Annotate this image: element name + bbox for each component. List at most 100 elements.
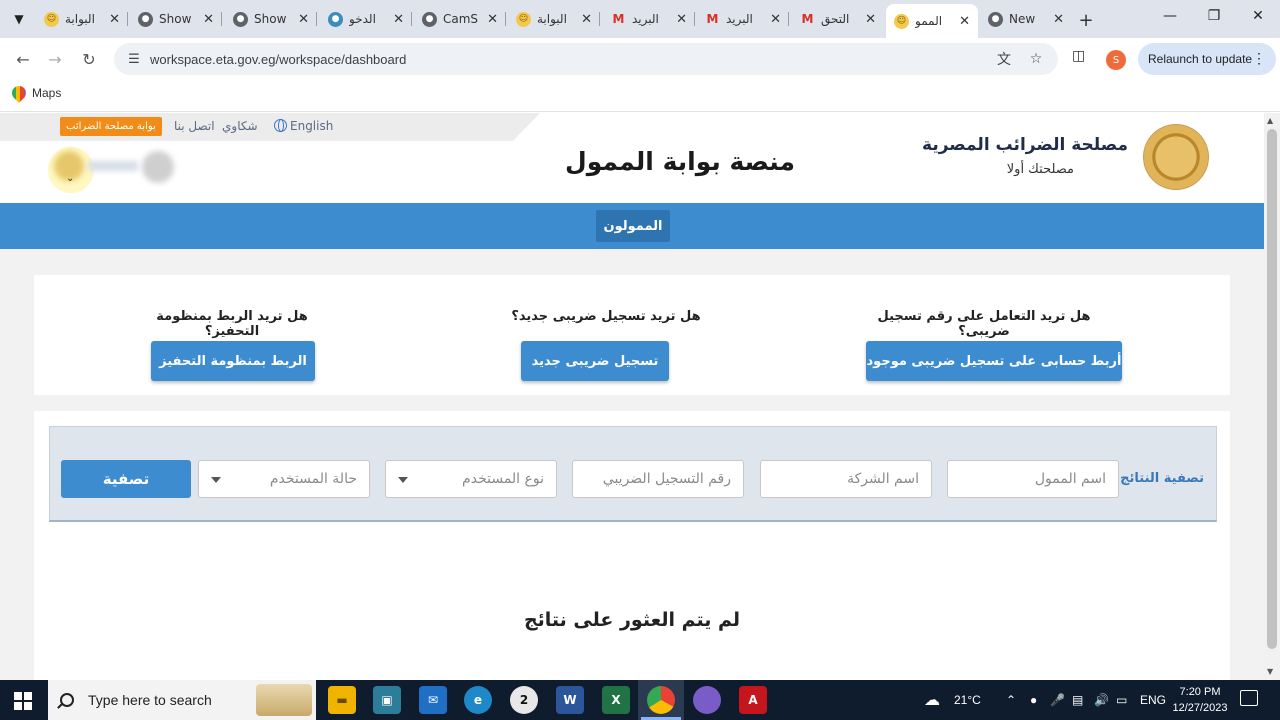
site-info-icon[interactable]: ☰: [118, 52, 150, 67]
relaunch-button[interactable]: Relaunch to update ⋮: [1138, 43, 1276, 75]
results-card: تصفية النتائج نوع المستخدم حالة المستخدم…: [34, 411, 1230, 680]
globe-favicon-icon: ●: [422, 11, 437, 27]
battery-icon[interactable]: ▭: [1116, 693, 1127, 707]
close-tab-icon[interactable]: ✕: [109, 12, 120, 27]
close-tab-icon[interactable]: ✕: [1053, 12, 1064, 27]
new-registration-button[interactable]: تسجيل ضريبى جديد: [521, 341, 669, 381]
profile-avatar[interactable]: S: [1106, 50, 1126, 70]
smile-favicon-icon: ☺: [516, 11, 531, 27]
taskbar-search[interactable]: Type here to search: [48, 680, 316, 720]
tab-search-button[interactable]: ▼: [6, 6, 32, 32]
filter-panel: تصفية النتائج نوع المستخدم حالة المستخدم…: [49, 426, 1217, 522]
close-tab-icon[interactable]: ✕: [298, 12, 309, 27]
company-name-input[interactable]: [760, 460, 932, 498]
address-bar[interactable]: ☰ workspace.eta.gov.eg/workspace/dashboa…: [114, 43, 1058, 75]
excel-icon[interactable]: X: [602, 686, 630, 714]
close-tab-icon[interactable]: ✕: [676, 12, 687, 27]
complaints-link[interactable]: شكاوي: [222, 119, 258, 133]
language-switch[interactable]: English: [274, 119, 333, 133]
browser-tab[interactable]: ☺ البوابة ✕: [508, 4, 600, 34]
user-type-select[interactable]: نوع المستخدم: [385, 460, 557, 498]
link-existing-registration-button[interactable]: أربط حسابى على تسجيل ضريبى موجود: [866, 341, 1122, 381]
close-tab-icon[interactable]: ✕: [865, 12, 876, 27]
user-menu[interactable]: ⌄: [48, 147, 188, 193]
page-scrollbar[interactable]: ▲ ▼: [1264, 113, 1280, 680]
bookmark-label: Maps: [32, 86, 62, 100]
network-icon[interactable]: ▤: [1072, 693, 1083, 707]
dropdown-caret-icon: [398, 477, 408, 483]
translate-icon[interactable]: 文: [994, 49, 1014, 69]
user-status-select[interactable]: حالة المستخدم: [198, 460, 370, 498]
language-indicator[interactable]: ENG: [1140, 693, 1166, 707]
media-app-icon[interactable]: [693, 686, 721, 714]
browser-tab[interactable]: ● Show ✕: [130, 4, 222, 34]
browser-tab[interactable]: M البريد ✕: [697, 4, 789, 34]
scroll-down-icon[interactable]: ▼: [1267, 667, 1273, 676]
bookmark-star-icon[interactable]: ☆: [1026, 49, 1046, 69]
chrome-icon[interactable]: [647, 686, 675, 714]
scrollbar-thumb[interactable]: [1267, 129, 1277, 649]
volume-icon[interactable]: 🔊: [1094, 693, 1109, 707]
url-text[interactable]: workspace.eta.gov.eg/workspace/dashboard: [150, 52, 406, 67]
close-tab-icon[interactable]: ✕: [959, 14, 970, 29]
tray-chevron-icon[interactable]: ⌃: [1006, 693, 1016, 707]
microphone-icon[interactable]: 🎤: [1050, 693, 1065, 707]
back-arrow-icon[interactable]: ←: [12, 48, 34, 70]
close-tab-icon[interactable]: ✕: [581, 12, 592, 27]
bookmark-maps[interactable]: Maps: [9, 83, 62, 103]
minimize-icon[interactable]: —: [1150, 8, 1190, 24]
forward-arrow-icon[interactable]: →: [44, 48, 66, 70]
close-window-icon[interactable]: ✕: [1238, 8, 1278, 24]
close-tab-icon[interactable]: ✕: [393, 12, 404, 27]
reload-icon[interactable]: ↻: [78, 48, 100, 70]
browser-tab[interactable]: M التحق ✕: [792, 4, 884, 34]
org-name: مصلحة الضرائب المصرية: [922, 135, 1128, 155]
portal-badge-link[interactable]: بوابة مصلحة الضرائب: [60, 117, 162, 136]
notification-icon[interactable]: [1240, 690, 1258, 706]
weather-icon[interactable]: ☁: [924, 690, 940, 710]
new-tab-button[interactable]: +: [1074, 8, 1098, 32]
close-tab-icon[interactable]: ✕: [487, 12, 498, 27]
edge-icon[interactable]: e: [464, 686, 492, 714]
windows-start-icon[interactable]: [14, 692, 32, 710]
nav-item-taxpayers[interactable]: الممولون: [596, 210, 670, 242]
site-header: بوابة مصلحة الضرائب اتصل بنا شكاوي Engli…: [0, 113, 1264, 203]
contact-us-link[interactable]: اتصل بنا: [174, 119, 215, 133]
user-type-placeholder: نوع المستخدم: [462, 471, 544, 487]
browser-tab-strip: ▼ ☺ البوابة ✕ ● Show ✕ ● Show ✕ ● الدخو …: [0, 0, 1280, 38]
people-icon[interactable]: ●: [1030, 693, 1037, 707]
acrobat-icon[interactable]: A: [739, 686, 767, 714]
taxpayer-name-input[interactable]: [947, 460, 1119, 498]
more-menu-icon[interactable]: ⋮: [1252, 50, 1266, 67]
tab-title: الدخو: [349, 12, 376, 26]
tab-title: New: [1009, 12, 1036, 26]
word-icon[interactable]: W: [556, 686, 584, 714]
browser-tab[interactable]: ● Show ✕: [225, 4, 317, 34]
file-explorer-icon[interactable]: ▬: [328, 686, 356, 714]
side-panel-icon[interactable]: ◫: [1072, 48, 1092, 68]
whatsapp-icon[interactable]: 2: [510, 686, 538, 714]
browser-tab[interactable]: M البريد ✕: [603, 4, 695, 34]
system-clock[interactable]: 7:20 PM 12/27/2023: [1170, 684, 1230, 716]
close-tab-icon[interactable]: ✕: [203, 12, 214, 27]
company-avatar: [142, 151, 174, 183]
browser-tab[interactable]: ● CamS ✕: [414, 4, 506, 34]
tab-title: Show: [159, 12, 192, 26]
tax-registration-input[interactable]: [572, 460, 744, 498]
mail-icon[interactable]: ✉: [419, 686, 447, 714]
action-question: هل تريد التعامل على رقم تسجيل ضريبى؟: [877, 309, 1091, 339]
temperature[interactable]: 21°C: [954, 693, 981, 707]
filter-button[interactable]: تصفية: [61, 460, 191, 498]
filter-label: تصفية النتائج: [1120, 471, 1204, 486]
browser-tab[interactable]: ● الدخو ✕: [320, 4, 412, 34]
restore-icon[interactable]: ❐: [1194, 8, 1234, 24]
incentive-link-button[interactable]: الربط بمنظومة التحفيز: [151, 341, 315, 381]
dropdown-caret-icon: [211, 477, 221, 483]
browser-tab[interactable]: ● New ✕: [980, 4, 1072, 34]
close-tab-icon[interactable]: ✕: [770, 12, 781, 27]
store-icon[interactable]: ▣: [373, 686, 401, 714]
scroll-up-icon[interactable]: ▲: [1267, 116, 1273, 125]
action-question: هل تريد الربط بمنظومة التحفيز؟: [156, 309, 308, 339]
browser-tab[interactable]: ☺ البوابة ✕: [36, 4, 128, 34]
browser-tab-active[interactable]: ☺ الممو ✕: [886, 4, 978, 38]
